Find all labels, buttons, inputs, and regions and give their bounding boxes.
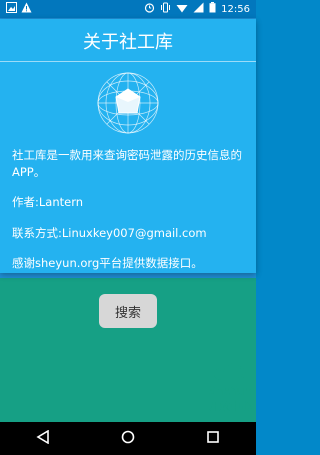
search-button[interactable]: 搜索 xyxy=(99,294,157,328)
status-time: 12:56 xyxy=(221,3,250,15)
app-description: 社工库是一款用来查询密码泄露的历史信息的APP。 xyxy=(12,148,242,179)
thanks-text: 感谢sheyun.org平台提供数据接口。 xyxy=(12,256,203,270)
author-text: 作者:Lantern xyxy=(12,195,84,209)
contact-text[interactable]: 联系方式:Linuxkey007@gmail.com xyxy=(12,225,246,242)
title-divider xyxy=(0,61,256,62)
alarm-icon xyxy=(144,2,155,16)
watermark-name: SheYun xyxy=(208,384,252,398)
battery-icon xyxy=(209,2,216,16)
watermark-subtitle: 开放中心 xyxy=(208,400,252,413)
status-bar: 12:56 xyxy=(0,0,256,18)
warning-icon xyxy=(21,2,32,16)
back-triangle-icon xyxy=(36,429,49,445)
navigation-bar xyxy=(0,422,256,455)
home-circle-icon xyxy=(121,430,135,444)
recents-square-icon xyxy=(207,431,220,443)
signal-icon xyxy=(193,2,204,16)
home-button[interactable] xyxy=(108,429,148,448)
about-dialog: 关于社工库 社工库是一款用来查询密码泄露的历史信息的APP。 作者:Lanter… xyxy=(0,19,256,273)
app-logo-icon xyxy=(97,72,159,134)
cloud-logo-icon xyxy=(214,363,246,380)
wifi-icon xyxy=(176,2,188,16)
dialog-title: 关于社工库 xyxy=(83,32,173,53)
vibrate-icon xyxy=(160,2,171,16)
status-right: 12:56 xyxy=(144,2,250,16)
status-left xyxy=(6,2,32,16)
back-button[interactable] xyxy=(23,429,63,448)
recents-button[interactable] xyxy=(193,429,233,448)
sheyun-watermark: SheYun 开放中心 xyxy=(208,359,252,414)
photo-icon xyxy=(6,2,17,16)
